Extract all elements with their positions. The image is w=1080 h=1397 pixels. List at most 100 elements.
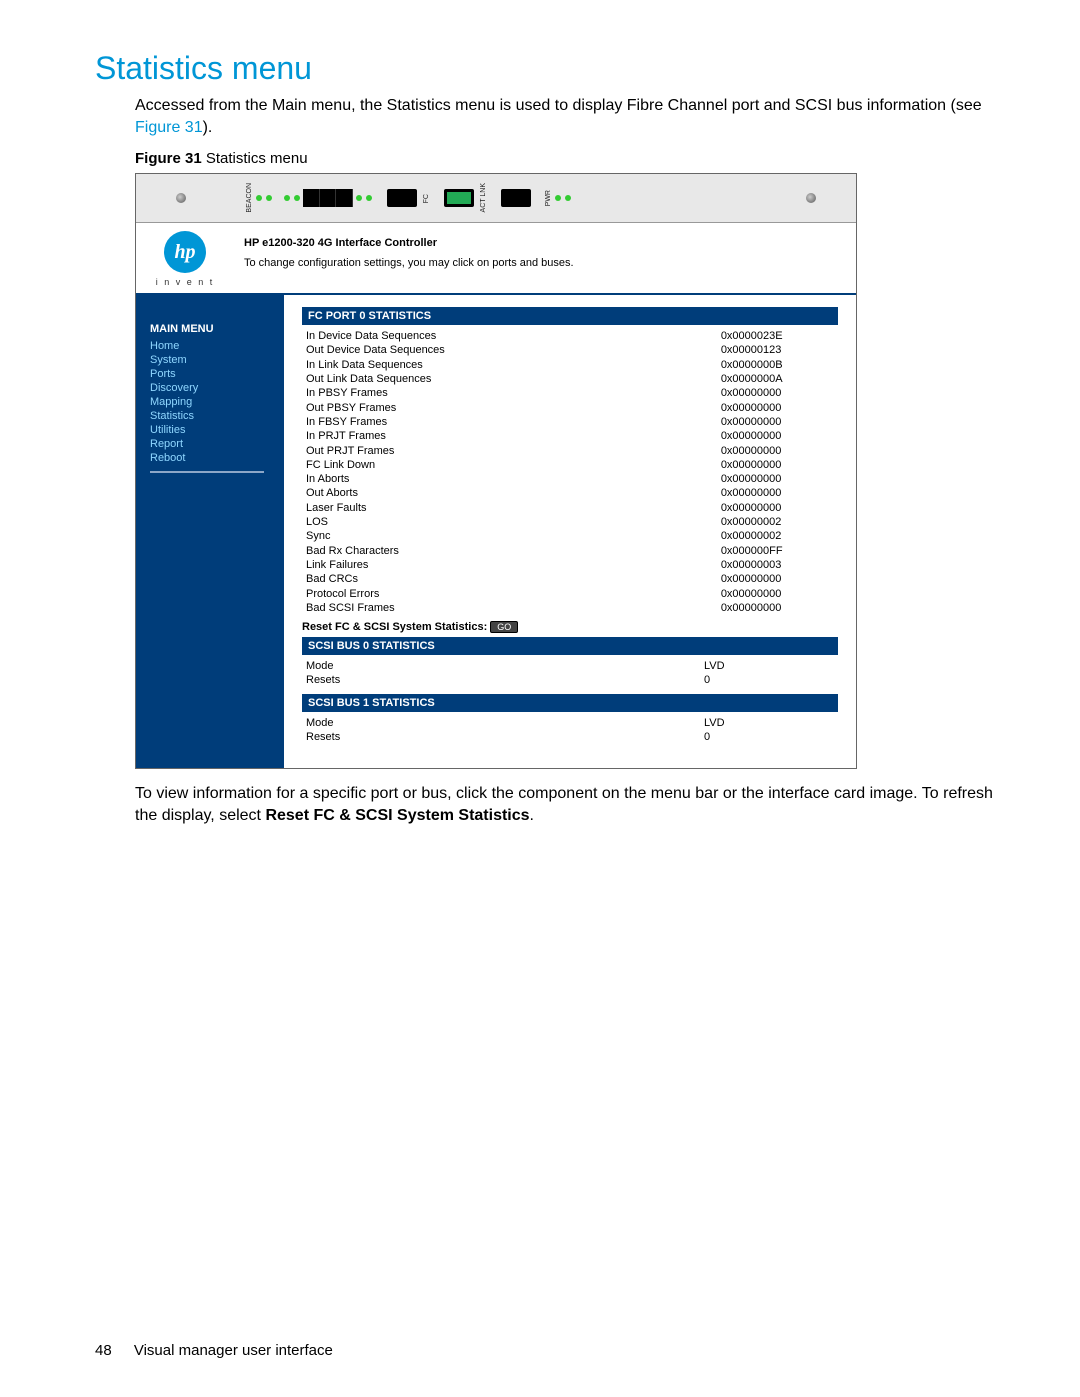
screenshot: BEACON FC ACT LNK PWR bbox=[135, 173, 857, 769]
stat-label: In PBSY Frames bbox=[302, 386, 449, 400]
table-row: Link Failures 0x00000003 bbox=[302, 558, 838, 572]
scsi-bus-cluster[interactable] bbox=[283, 189, 373, 207]
go-button[interactable]: GO bbox=[490, 621, 518, 633]
table-row: In Link Data Sequences 0x0000000B bbox=[302, 358, 838, 372]
stat-label: Mode bbox=[302, 716, 432, 730]
table-row: Mode LVD bbox=[302, 716, 838, 730]
table-row: Out PBSY Frames0x00000000 bbox=[302, 401, 838, 415]
invent-label: i n v e n t bbox=[136, 277, 234, 287]
stat-value: 0 bbox=[700, 673, 838, 687]
table-row: Out PRJT Frames 0x00000000 bbox=[302, 444, 838, 458]
reset-row: Reset FC & SCSI System Statistics: GO bbox=[302, 621, 838, 633]
stat-label: Bad Rx Characters bbox=[302, 544, 449, 558]
stat-value: 0x00000000 bbox=[717, 601, 838, 615]
stat-value: 0x00000000 bbox=[717, 386, 838, 400]
table-row: Sync0x00000002 bbox=[302, 529, 838, 543]
table-row: ModeLVD bbox=[302, 659, 838, 673]
table-row: In PBSY Frames 0x00000000 bbox=[302, 386, 838, 400]
section-header: FC PORT 0 STATISTICS bbox=[302, 307, 838, 325]
stat-table: In Device Data Sequences 0x0000023EOut De… bbox=[302, 329, 838, 615]
stat-value: 0x00000000 bbox=[717, 572, 838, 586]
stat-value: 0x00000000 bbox=[717, 415, 838, 429]
page-number: 48 bbox=[95, 1342, 112, 1359]
table-row: Laser Faults0x00000000 bbox=[302, 501, 838, 515]
figure-caption: Figure 31 Statistics menu bbox=[135, 150, 1010, 167]
stat-value: 0x00000000 bbox=[717, 472, 838, 486]
serial-cluster[interactable] bbox=[497, 189, 535, 207]
stat-value: 0x00000000 bbox=[717, 429, 838, 443]
stat-label: Link Failures bbox=[302, 558, 449, 572]
stat-value: 0x00000123 bbox=[717, 343, 838, 357]
page-footer: 48 Visual manager user interface bbox=[95, 1342, 333, 1359]
stat-value: 0 bbox=[700, 730, 838, 744]
stat-label: In PRJT Frames bbox=[302, 429, 449, 443]
stat-label: In FBSY Frames bbox=[302, 415, 449, 429]
stat-label: Laser Faults bbox=[302, 501, 449, 515]
sidebar-item-discovery[interactable]: Discovery bbox=[150, 381, 284, 395]
stat-value: 0x00000003 bbox=[717, 558, 838, 572]
section-header: SCSI BUS 1 STATISTICS bbox=[302, 694, 838, 712]
figure-label: Figure 31 bbox=[135, 150, 202, 167]
stat-label: Mode bbox=[302, 659, 432, 673]
stat-value: 0x00000000 bbox=[717, 401, 838, 415]
stat-value: 0x00000000 bbox=[717, 458, 838, 472]
stat-label: Out Aborts bbox=[302, 486, 449, 500]
screw-icon bbox=[176, 193, 186, 203]
stat-value: 0x00000000 bbox=[717, 587, 838, 601]
stat-value: 0x00000002 bbox=[717, 515, 838, 529]
reset-label: Reset FC & SCSI System Statistics: bbox=[302, 621, 490, 633]
sidebar-item-utilities[interactable]: Utilities bbox=[150, 423, 284, 437]
stat-label: Resets bbox=[302, 730, 432, 744]
stat-label: Out Link Data Sequences bbox=[302, 372, 449, 386]
table-row: Out Device Data Sequences0x00000123 bbox=[302, 343, 838, 357]
stat-value: 0x0000000B bbox=[717, 358, 838, 372]
app-header: hp i n v e n t HP e1200-320 4G Interface… bbox=[136, 223, 856, 295]
stat-label: In Aborts bbox=[302, 472, 449, 486]
sidebar-item-home[interactable]: Home bbox=[150, 339, 284, 353]
sidebar-divider bbox=[150, 471, 264, 473]
outro-paragraph: To view information for a specific port … bbox=[135, 783, 1010, 826]
table-row: Out Link Data Sequences 0x0000000A bbox=[302, 372, 838, 386]
stat-label: Bad SCSI Frames bbox=[302, 601, 449, 615]
fc-port-cluster[interactable]: FC bbox=[383, 189, 430, 207]
sidebar-item-report[interactable]: Report bbox=[150, 437, 284, 451]
table-row: Bad CRCs0x00000000 bbox=[302, 572, 838, 586]
footer-text: Visual manager user interface bbox=[134, 1342, 333, 1359]
stat-label: Protocol Errors bbox=[302, 587, 449, 601]
sidebar-item-statistics[interactable]: Statistics bbox=[150, 409, 284, 423]
table-row: Resets 0 bbox=[302, 730, 838, 744]
table-row: Bad SCSI Frames 0x00000000 bbox=[302, 601, 838, 615]
stat-label: In Link Data Sequences bbox=[302, 358, 449, 372]
stat-value: 0x0000023E bbox=[717, 329, 838, 343]
table-row: In FBSY Frames 0x00000000 bbox=[302, 415, 838, 429]
sidebar-item-mapping[interactable]: Mapping bbox=[150, 395, 284, 409]
beacon-cluster[interactable]: BEACON bbox=[246, 183, 273, 213]
main-panel: FC PORT 0 STATISTICS In Device Data Seque… bbox=[284, 295, 856, 768]
screw-icon bbox=[806, 193, 816, 203]
stat-table: Mode LVD Resets 0 bbox=[302, 716, 838, 745]
table-row: FC Link Down0x00000000 bbox=[302, 458, 838, 472]
sidebar-item-ports[interactable]: Ports bbox=[150, 367, 284, 381]
table-row: Out Aborts0x00000000 bbox=[302, 486, 838, 500]
outro-bold: Reset FC & SCSI System Statistics bbox=[265, 807, 529, 824]
outro-text-1: To view information for a specific port … bbox=[135, 785, 993, 824]
sidebar-title: MAIN MENU bbox=[150, 323, 284, 335]
sidebar-item-reboot[interactable]: Reboot bbox=[150, 451, 284, 465]
sidebar-item-system[interactable]: System bbox=[150, 353, 284, 367]
stat-value: LVD bbox=[700, 716, 838, 730]
stat-value: 0x00000002 bbox=[717, 529, 838, 543]
stat-label: Out PRJT Frames bbox=[302, 444, 449, 458]
table-row: LOS0x00000002 bbox=[302, 515, 838, 529]
power-cluster[interactable]: PWR bbox=[545, 190, 572, 206]
stat-value: 0x00000000 bbox=[717, 444, 838, 458]
table-row: In Aborts 0x00000000 bbox=[302, 472, 838, 486]
figure-caption-text: Statistics menu bbox=[202, 150, 308, 167]
device-front-panel: BEACON FC ACT LNK PWR bbox=[136, 174, 856, 223]
stat-value: 0x0000000A bbox=[717, 372, 838, 386]
figure-link[interactable]: Figure 31 bbox=[135, 119, 203, 136]
stat-label: In Device Data Sequences bbox=[302, 329, 449, 343]
section-title: Statistics menu bbox=[95, 50, 1010, 87]
ethernet-cluster[interactable]: ACT LNK bbox=[440, 183, 487, 212]
table-row: In PRJT Frames 0x00000000 bbox=[302, 429, 838, 443]
section-header: SCSI BUS 0 STATISTICS bbox=[302, 637, 838, 655]
